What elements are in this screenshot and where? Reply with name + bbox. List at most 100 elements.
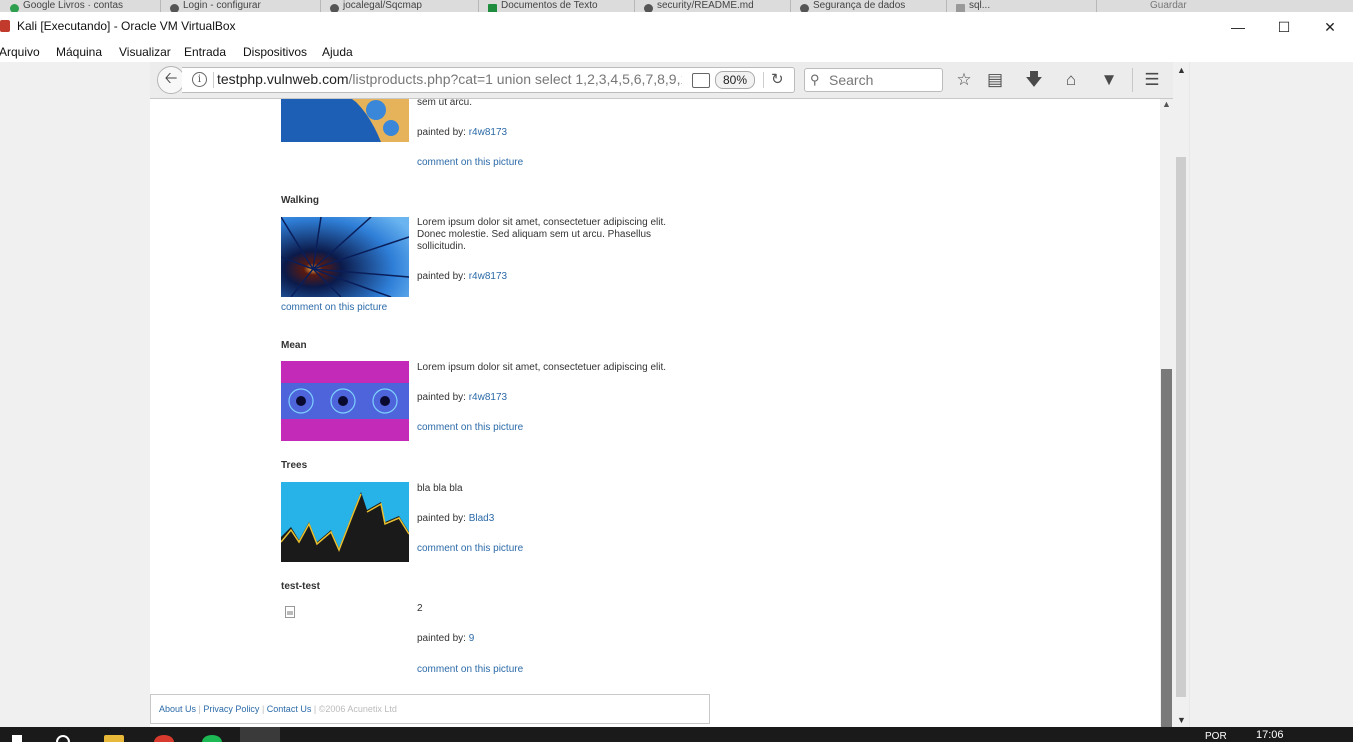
virtualbox-taskbar-icon[interactable]	[240, 727, 280, 742]
host-tab[interactable]: security/README.md	[634, 0, 791, 12]
virtualbox-title-bar: Kali [Executando] - Oracle VM VirtualBox…	[0, 12, 1353, 42]
host-tab[interactable]: Google Livros · contas	[0, 0, 161, 12]
clock[interactable]: 17:06	[1256, 729, 1284, 741]
back-button[interactable]: 🡠	[157, 66, 185, 94]
download-icon[interactable]: 🡇	[1023, 69, 1045, 91]
reader-view-icon[interactable]	[692, 73, 710, 88]
search-icon: ⚲	[810, 72, 820, 87]
painted-by: painted by: 9	[417, 633, 475, 644]
artist-link[interactable]: r4w8173	[469, 127, 507, 138]
page-viewport: sem ut arcu. painted by: r4w8173 comment…	[150, 99, 1160, 727]
vm-scrollbar[interactable]: ▲ ▼	[1173, 62, 1189, 727]
copyright-text: ©2006 Acunetix Ltd	[318, 704, 397, 714]
artist-link[interactable]: 9	[469, 633, 475, 644]
comment-link[interactable]: comment on this picture	[417, 157, 523, 168]
file-explorer-icon[interactable]	[104, 735, 124, 742]
scroll-down-icon[interactable]: ▼	[1177, 715, 1186, 725]
artwork-title[interactable]: Trees	[281, 460, 307, 471]
footer-separator: |	[198, 704, 201, 714]
virtualbox-icon	[0, 20, 10, 32]
github-icon	[330, 4, 339, 12]
host-tab[interactable]: Login - configurar	[160, 0, 321, 12]
artist-link[interactable]: Blad3	[469, 513, 495, 524]
firefox-toolbar: 🡠 i testphp.vulnweb.com/listproducts.php…	[150, 62, 1173, 99]
scrollbar-thumb[interactable]	[1161, 369, 1172, 727]
painted-by: painted by: r4w8173	[417, 392, 508, 403]
artwork-title[interactable]: Walking	[281, 195, 319, 206]
about-us-link[interactable]: About Us	[159, 704, 196, 714]
host-tab[interactable]: Documentos de Texto	[478, 0, 635, 12]
menu-dispositivos[interactable]: Dispositivos	[243, 45, 307, 59]
artwork-thumbnail[interactable]	[281, 217, 409, 297]
artwork-thumbnail[interactable]	[281, 99, 409, 142]
artwork-title[interactable]: test-test	[281, 581, 320, 592]
painted-by: painted by: r4w8173	[417, 127, 508, 138]
host-tab[interactable]: Segurança de dados	[790, 0, 947, 12]
sheets-icon	[488, 4, 497, 12]
page-footer: About Us | Privacy Policy | Contact Us |…	[150, 694, 710, 724]
comment-link[interactable]: comment on this picture	[417, 543, 523, 554]
host-tab[interactable]: jocalegal/Sqcmap	[320, 0, 479, 12]
back-arrow-icon: 🡠	[164, 69, 178, 87]
artwork-description: 2	[417, 603, 423, 614]
language-indicator[interactable]: POR	[1205, 731, 1227, 742]
virtualbox-menu-bar: Arquivo Máquina Visualizar Entrada Dispo…	[0, 42, 1353, 62]
host-tab[interactable]: Guardar	[1150, 0, 1270, 12]
spotify-icon[interactable]	[202, 735, 222, 742]
scroll-up-icon[interactable]: ▲	[1177, 65, 1186, 75]
comment-link[interactable]: comment on this picture	[417, 664, 523, 675]
footer-separator: |	[313, 704, 317, 714]
menu-maquina[interactable]: Máquina	[56, 45, 102, 59]
page-scrollbar[interactable]: ▲	[1160, 99, 1173, 727]
menu-icon[interactable]: ☰	[1141, 69, 1163, 91]
home-icon[interactable]: ⌂	[1060, 69, 1082, 91]
broken-image-icon	[285, 606, 295, 618]
artist-link[interactable]: r4w8173	[469, 271, 507, 282]
search-box[interactable]: ⚲ Search	[804, 68, 943, 92]
comment-link[interactable]: comment on this picture	[417, 422, 523, 433]
taskbar: POR 17:06	[0, 727, 1353, 742]
comment-link[interactable]: comment on this picture	[281, 302, 387, 313]
close-button[interactable]: ✕	[1307, 12, 1353, 42]
github-icon	[644, 4, 653, 12]
site-info-icon[interactable]: i	[192, 72, 207, 87]
pocket-icon[interactable]: ▼	[1098, 69, 1120, 91]
privacy-policy-link[interactable]: Privacy Policy	[203, 704, 259, 714]
opera-icon[interactable]	[154, 735, 174, 742]
tab-favicon-icon	[10, 4, 19, 12]
reading-list-icon[interactable]: ▤	[984, 69, 1006, 91]
minimize-button[interactable]: —	[1215, 12, 1261, 42]
maximize-button[interactable]: ☐	[1261, 12, 1307, 42]
menu-arquivo[interactable]: Arquivo	[0, 45, 40, 59]
artwork-description: Lorem ipsum dolor sit amet, consectetuer…	[417, 217, 667, 252]
github-icon	[170, 4, 179, 12]
artwork-title[interactable]: Mean	[281, 340, 307, 351]
search-icon[interactable]	[56, 735, 70, 742]
menu-ajuda[interactable]: Ajuda	[322, 45, 353, 59]
footer-separator: |	[261, 704, 265, 714]
host-tab[interactable]: sql...	[946, 0, 1097, 12]
artwork-description: bla bla bla	[417, 483, 463, 494]
reload-icon[interactable]: ↻	[771, 70, 784, 88]
artwork-description: Lorem ipsum dolor sit amet, consectetuer…	[417, 362, 667, 373]
menu-visualizar[interactable]: Visualizar	[119, 45, 171, 59]
artist-link[interactable]: r4w8173	[469, 392, 507, 403]
search-placeholder: Search	[829, 72, 874, 88]
github-icon	[800, 4, 809, 12]
url-text[interactable]: testphp.vulnweb.com/listproducts.php?cat…	[217, 71, 682, 87]
painted-by: painted by: r4w8173	[417, 271, 508, 282]
star-icon[interactable]: ☆	[953, 69, 975, 91]
url-bar[interactable]: i testphp.vulnweb.com/listproducts.php?c…	[182, 67, 795, 93]
host-tab-strip: Google Livros · contas Login - configura…	[0, 0, 1353, 12]
artwork-thumbnail[interactable]	[281, 361, 409, 441]
painted-by: painted by: Blad3	[417, 513, 495, 524]
window-title: Kali [Executando] - Oracle VM VirtualBox	[17, 19, 236, 33]
windows-start-icon[interactable]	[12, 735, 22, 742]
contact-us-link[interactable]: Contact Us	[267, 704, 312, 714]
scroll-up-icon[interactable]: ▲	[1162, 99, 1171, 109]
zoom-level-badge[interactable]: 80%	[715, 71, 755, 89]
artwork-thumbnail[interactable]	[281, 482, 409, 562]
guest-screen: 🡠 i testphp.vulnweb.com/listproducts.php…	[150, 62, 1190, 727]
scrollbar-thumb[interactable]	[1176, 157, 1186, 697]
menu-entrada[interactable]: Entrada	[184, 45, 226, 59]
